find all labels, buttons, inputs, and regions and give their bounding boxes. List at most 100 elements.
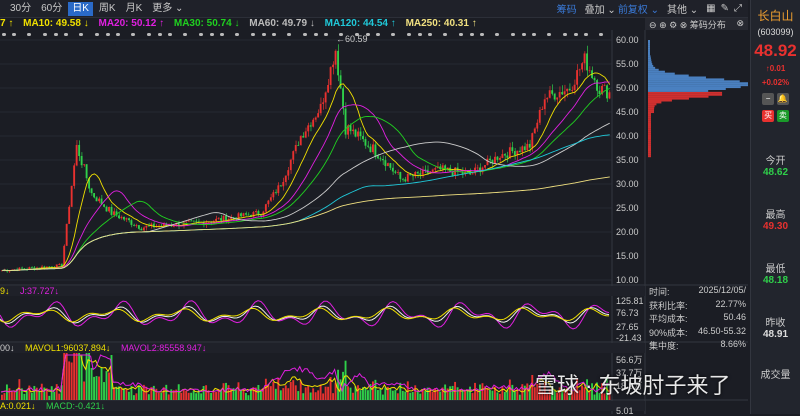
candle: [30, 267, 33, 269]
chip-bar: [648, 132, 651, 135]
adjust-dropdown[interactable]: 前复权 ⌄: [618, 1, 659, 16]
stat-label: 集中度:: [649, 341, 679, 351]
stat-label: 时间:: [649, 287, 670, 297]
candle: [399, 171, 402, 179]
candle: [566, 88, 569, 92]
candle: [108, 206, 110, 212]
candle: [386, 163, 389, 167]
volume-bar: [160, 392, 163, 400]
chip-button[interactable]: 筹码: [557, 1, 577, 16]
candle: [538, 109, 541, 123]
candle: [317, 113, 320, 118]
candle: [294, 145, 297, 152]
candle: [307, 125, 310, 132]
volume-bar: [389, 388, 392, 400]
gear-icon[interactable]: ⚙: [669, 20, 677, 30]
volume-bar: [352, 392, 354, 400]
candle: [573, 84, 576, 91]
zoom-out-icon[interactable]: ⊖: [649, 20, 657, 30]
event-marker: [563, 33, 567, 36]
chip-bar: [648, 88, 726, 90]
event-marker: [376, 33, 380, 36]
overlay-dropdown[interactable]: 叠加 ⌄: [585, 1, 616, 16]
zoom-in-icon[interactable]: ⊕: [659, 20, 667, 30]
volume-bar: [471, 393, 474, 400]
close-icon[interactable]: ⊗: [680, 20, 688, 30]
candle: [264, 204, 267, 212]
candle: [394, 171, 397, 173]
chip-close-icon[interactable]: ⊗: [736, 18, 744, 29]
volume-bar: [100, 367, 103, 400]
sell-button[interactable]: 卖: [776, 110, 789, 122]
event-marker: [495, 33, 499, 36]
chip-bar: [648, 78, 725, 81]
high-value: 49.30: [762, 221, 789, 232]
candle: [571, 90, 574, 91]
chip-bar: [648, 89, 709, 92]
vol-axis: 56.6万: [616, 355, 643, 365]
candle: [606, 85, 608, 99]
candle: [354, 129, 357, 137]
chip-bar: [648, 93, 723, 96]
ma10-value: MA10: 49.58 ↓: [23, 18, 89, 29]
candle: [506, 155, 509, 158]
fullscreen-icon[interactable]: ⤢: [734, 3, 742, 14]
price-change: ↑0.01: [765, 64, 786, 73]
chip-bar: [648, 109, 655, 112]
candle: [543, 99, 546, 110]
volume-bar: [531, 375, 534, 400]
stat-label: 平均成本:: [649, 314, 688, 324]
grid-icon[interactable]: ▦: [706, 3, 715, 14]
volume-bar: [364, 387, 367, 400]
candle: [536, 122, 539, 129]
bell-icon[interactable]: 🔔: [776, 93, 789, 105]
other-dropdown[interactable]: 其他 ⌄: [667, 1, 698, 16]
volume-bar: [419, 393, 422, 400]
tab-30min[interactable]: 30分: [6, 2, 35, 16]
event-marker: [147, 33, 151, 36]
tab-monthly[interactable]: 月K: [122, 2, 147, 16]
event-marker: [79, 33, 83, 36]
candle: [588, 70, 591, 72]
macd-axis: 5.01: [616, 406, 634, 416]
event-marker: [235, 33, 239, 36]
ma120-line: [2, 134, 610, 272]
candle: [279, 185, 282, 187]
ma-legend: 7 ↑ MA10: 49.58 ↓ MA20: 50.12 ↑ MA30: 50…: [0, 18, 645, 30]
volume-bar: [65, 352, 68, 400]
buy-button[interactable]: 买: [762, 110, 775, 122]
volume-bar: [3, 393, 6, 400]
chip-bar: [648, 45, 650, 48]
volume-bar: [371, 381, 374, 400]
event-marker: [480, 33, 484, 36]
tab-daily[interactable]: 日K: [68, 1, 93, 16]
candle: [267, 200, 270, 205]
volume-bar: [409, 392, 412, 400]
event-marker: [27, 33, 31, 36]
remove-icon[interactable]: −: [762, 93, 775, 105]
candle: [344, 108, 347, 135]
candle: [272, 192, 275, 198]
candle: [247, 214, 250, 216]
chip-bar: [648, 136, 651, 138]
candle: [23, 268, 26, 270]
low-label: 最低: [765, 264, 786, 275]
chip-bar: [648, 63, 653, 66]
chip-bar: [648, 51, 650, 54]
chip-bar: [648, 103, 657, 106]
high-label: 最高: [765, 210, 786, 221]
candle: [476, 167, 479, 169]
kdj-header: 9↓ J:37.727↓: [0, 286, 645, 296]
candle: [376, 156, 379, 159]
volume-bar: [324, 386, 327, 400]
tab-60min[interactable]: 60分: [37, 2, 66, 16]
tab-more[interactable]: 更多 ⌄: [148, 2, 187, 16]
tab-weekly[interactable]: 周K: [95, 2, 120, 16]
volume-bar: [289, 382, 292, 400]
draw-icon[interactable]: ✎: [721, 3, 729, 14]
volume-bar: [287, 388, 290, 400]
chip-bar: [648, 155, 651, 158]
volume-bar: [404, 391, 407, 400]
candle: [406, 173, 409, 182]
mavol1: MAVOL1:96037.894↓: [25, 343, 111, 353]
